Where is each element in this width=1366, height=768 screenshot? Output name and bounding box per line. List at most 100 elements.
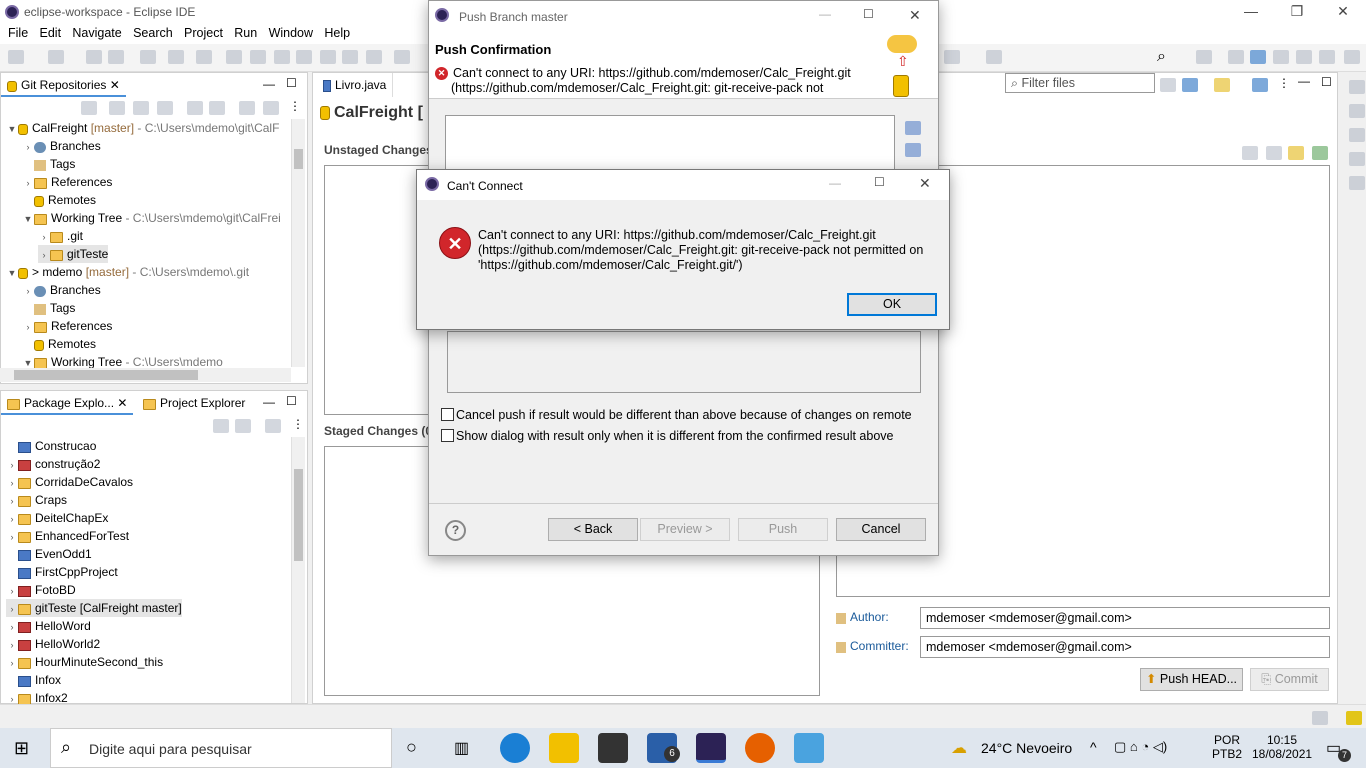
menu-help[interactable]: Help bbox=[324, 24, 350, 42]
debug-icon[interactable] bbox=[196, 50, 212, 64]
package-explorer-scrollbar[interactable] bbox=[291, 437, 305, 703]
git-repos-hscrollbar[interactable] bbox=[0, 368, 291, 382]
list-item[interactable]: › HourMinuteSecond_this bbox=[6, 653, 164, 671]
list-item[interactable]: › FotoBD bbox=[6, 581, 76, 599]
filter-files-input[interactable]: ⌕ Filter files bbox=[1005, 73, 1155, 93]
tab-package-explorer[interactable]: Package Explo... ✕ bbox=[1, 391, 134, 415]
team-perspective-icon[interactable] bbox=[1296, 50, 1312, 64]
text-icon[interactable] bbox=[263, 101, 279, 115]
minimize-button[interactable]: — bbox=[1228, 0, 1274, 24]
minimize-view-icon[interactable]: — bbox=[263, 77, 275, 91]
tip-icon[interactable] bbox=[1346, 711, 1362, 725]
taskbar-search-box[interactable]: ⌕ Digite aqui para pesquisar bbox=[50, 728, 392, 768]
maximize-view-icon[interactable]: ☐ bbox=[286, 394, 297, 408]
link-with-editor-icon[interactable] bbox=[209, 101, 225, 115]
list-item[interactable]: › gitTeste [CalFreight master] bbox=[6, 599, 182, 617]
store-icon[interactable] bbox=[598, 733, 628, 763]
tree-references[interactable]: › References bbox=[22, 173, 113, 191]
menu-search[interactable]: Search bbox=[133, 24, 173, 42]
list-item[interactable]: › Craps bbox=[6, 491, 68, 509]
repo-icon[interactable] bbox=[1214, 78, 1230, 92]
refresh-icon[interactable] bbox=[187, 101, 203, 115]
java-perspective-icon[interactable] bbox=[1228, 50, 1244, 64]
view-menu-icon[interactable]: ⋮ bbox=[292, 417, 304, 431]
system-tray-icons[interactable]: ▢ ⌂ ◔ ◁) bbox=[1114, 739, 1167, 755]
list-item[interactable]: › DeitelChapEx bbox=[6, 509, 109, 527]
forward-icon[interactable] bbox=[944, 50, 960, 64]
step-return-icon[interactable] bbox=[366, 50, 382, 64]
toolbar-icon[interactable] bbox=[1312, 146, 1328, 160]
side-icon[interactable] bbox=[1349, 128, 1365, 142]
close-button[interactable]: ✕ bbox=[919, 175, 931, 192]
back-button[interactable]: < Back bbox=[548, 518, 638, 541]
push-button[interactable]: Push bbox=[738, 518, 828, 541]
maximize-view-icon[interactable]: ☐ bbox=[286, 76, 297, 90]
toolbar-icon[interactable] bbox=[1266, 146, 1282, 160]
tab-git-repositories[interactable]: Git Repositories ✕ bbox=[1, 73, 126, 97]
search-icon[interactable]: ⌕ bbox=[1157, 48, 1166, 66]
menu-window[interactable]: Window bbox=[269, 24, 313, 42]
tree-remotes-2[interactable]: Remotes bbox=[34, 335, 96, 353]
tree-branches-2[interactable]: › Branches bbox=[22, 281, 101, 299]
show-dialog-checkbox[interactable] bbox=[441, 429, 454, 442]
list-item[interactable]: › construção2 bbox=[6, 455, 101, 473]
link-icon[interactable] bbox=[1182, 78, 1198, 92]
maximize-button[interactable]: ☐ bbox=[863, 7, 874, 21]
create-repo-icon[interactable] bbox=[157, 101, 173, 115]
close-window-button[interactable]: ✕ bbox=[1320, 0, 1366, 24]
weather-text[interactable]: 24°C Nevoeiro bbox=[981, 740, 1072, 756]
app-icon[interactable] bbox=[794, 733, 824, 763]
file-explorer-icon[interactable] bbox=[549, 733, 579, 763]
menu-run[interactable]: Run bbox=[234, 24, 257, 42]
refresh-icon[interactable] bbox=[1160, 78, 1176, 92]
layout-icon[interactable] bbox=[1252, 78, 1268, 92]
list-item[interactable]: › EnhancedForTest bbox=[6, 527, 130, 545]
side-icon[interactable] bbox=[1349, 152, 1365, 166]
cpp-perspective-icon[interactable] bbox=[1344, 50, 1360, 64]
list-item[interactable]: › HelloWorld2 bbox=[6, 635, 101, 653]
hierarchical-icon[interactable] bbox=[239, 101, 255, 115]
list-item[interactable]: FirstCppProject bbox=[6, 563, 118, 581]
commit-button[interactable]: ⎘ Commit bbox=[1250, 668, 1329, 691]
author-input[interactable]: mdemoser <mdemoser@gmail.com> bbox=[920, 607, 1330, 629]
disconnect-icon[interactable] bbox=[296, 50, 312, 64]
tab-livro-java[interactable]: Livro.java bbox=[317, 73, 394, 97]
open-perspective-icon[interactable] bbox=[1196, 50, 1212, 64]
tree-gitteste[interactable]: › gitTeste bbox=[38, 245, 109, 263]
unstaged-changes-list[interactable] bbox=[324, 165, 430, 415]
step-over-icon[interactable] bbox=[342, 50, 358, 64]
minimize-button[interactable]: — bbox=[819, 7, 831, 21]
debug-perspective-icon[interactable] bbox=[1273, 50, 1289, 64]
resume-icon[interactable] bbox=[226, 50, 242, 64]
terminal-icon[interactable] bbox=[168, 50, 184, 64]
firefox-icon[interactable] bbox=[745, 733, 775, 763]
list-item[interactable]: › CorridaDeCavalos bbox=[6, 473, 134, 491]
git-repos-scrollbar[interactable] bbox=[291, 119, 305, 367]
resource-perspective-icon[interactable] bbox=[1319, 50, 1335, 64]
close-tab-icon[interactable]: ✕ bbox=[110, 78, 120, 92]
tree-dot-git[interactable]: › .git bbox=[38, 227, 84, 245]
git-perspective-icon[interactable] bbox=[1250, 50, 1266, 64]
minimize-view-icon[interactable]: — bbox=[1298, 74, 1310, 88]
cancel-button[interactable]: Cancel bbox=[836, 518, 926, 541]
close-button[interactable]: ✕ bbox=[909, 7, 921, 24]
repo-mdemo[interactable]: ▼ > mdemo [master] - C:\Users\mdemo\.git bbox=[6, 263, 250, 281]
expand-all-icon[interactable] bbox=[905, 121, 921, 135]
terminate-icon[interactable] bbox=[274, 50, 290, 64]
minimize-view-icon[interactable]: — bbox=[263, 395, 275, 409]
view-menu-icon[interactable]: ⋮ bbox=[1278, 76, 1290, 90]
toolbar-icon[interactable] bbox=[1242, 146, 1258, 160]
menu-file[interactable]: File bbox=[8, 24, 28, 42]
list-item[interactable]: › HelloWord bbox=[6, 617, 91, 635]
side-icon[interactable] bbox=[1349, 104, 1365, 118]
task-view-icon[interactable]: ▥ bbox=[454, 738, 469, 758]
list-item[interactable]: EvenOdd1 bbox=[6, 545, 92, 563]
clock[interactable]: 10:15 18/08/2021 bbox=[1252, 733, 1312, 761]
push-message-area[interactable] bbox=[447, 331, 921, 393]
ok-button[interactable]: OK bbox=[847, 293, 937, 316]
lock-icon[interactable] bbox=[1288, 146, 1304, 160]
eclipse-taskbar-icon[interactable] bbox=[696, 733, 726, 763]
save-all-icon[interactable] bbox=[108, 50, 124, 64]
push-head-button[interactable]: ⬆ Push HEAD... bbox=[1140, 668, 1243, 691]
chevron-up-icon[interactable]: ^ bbox=[1090, 739, 1097, 755]
